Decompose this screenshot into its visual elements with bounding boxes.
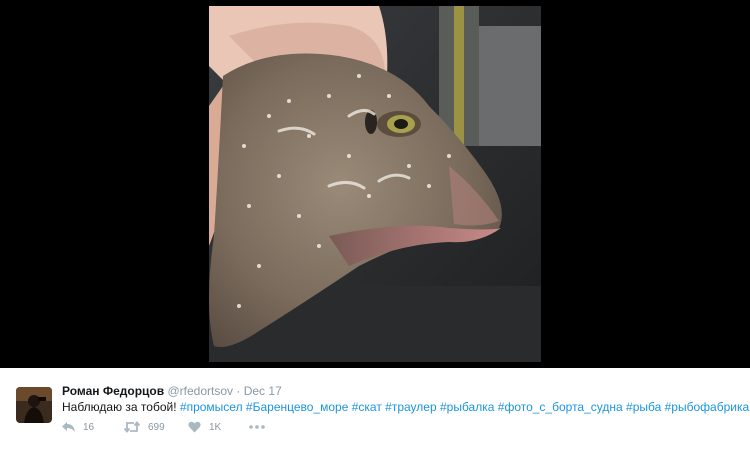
tweet-text-plain: Наблюдаю за тобой! bbox=[62, 400, 177, 414]
reply-icon bbox=[62, 421, 75, 433]
avatar[interactable] bbox=[16, 387, 52, 423]
like-button[interactable]: 1K bbox=[188, 421, 221, 433]
media-viewer bbox=[0, 0, 750, 368]
reply-button[interactable]: 16 bbox=[62, 421, 94, 433]
photo-skate-fish bbox=[209, 6, 541, 362]
hashtag-link[interactable]: #фото_с_борта_судна bbox=[498, 400, 623, 414]
hashtag-link[interactable]: #рыбофабрика bbox=[665, 400, 750, 414]
retweet-icon bbox=[124, 421, 140, 433]
tweet-photo[interactable] bbox=[209, 6, 541, 362]
hashtag-link[interactable]: #Баренцево_море bbox=[246, 400, 348, 414]
tweet-date[interactable]: Dec 17 bbox=[244, 384, 282, 398]
like-count: 1K bbox=[209, 421, 222, 433]
heart-icon bbox=[188, 421, 201, 433]
retweet-button[interactable]: 699 bbox=[124, 421, 165, 433]
reply-count: 16 bbox=[83, 421, 95, 433]
hashtag-link[interactable]: #рыба bbox=[626, 400, 661, 414]
author-name[interactable]: Роман Федорцов bbox=[62, 384, 164, 398]
more-icon bbox=[249, 421, 265, 433]
hashtag-link[interactable]: #промысел bbox=[180, 400, 243, 414]
hashtag-link[interactable]: #траулер bbox=[385, 400, 436, 414]
tweet-text: Наблюдаю за тобой! #промысел #Баренцево_… bbox=[62, 400, 749, 414]
retweet-count: 699 bbox=[148, 421, 165, 433]
hashtag-link[interactable]: #рыбалка bbox=[440, 400, 494, 414]
avatar-image bbox=[16, 387, 52, 423]
hashtag-link[interactable]: #скат bbox=[352, 400, 382, 414]
more-button[interactable] bbox=[249, 421, 265, 433]
tweet-header: Роман Федорцов @rfedortsov · Dec 17 bbox=[62, 384, 282, 398]
separator: · bbox=[236, 384, 241, 398]
tweet-card: Роман Федорцов @rfedortsov · Dec 17 Набл… bbox=[0, 368, 750, 452]
author-handle[interactable]: @rfedortsov bbox=[167, 384, 233, 398]
